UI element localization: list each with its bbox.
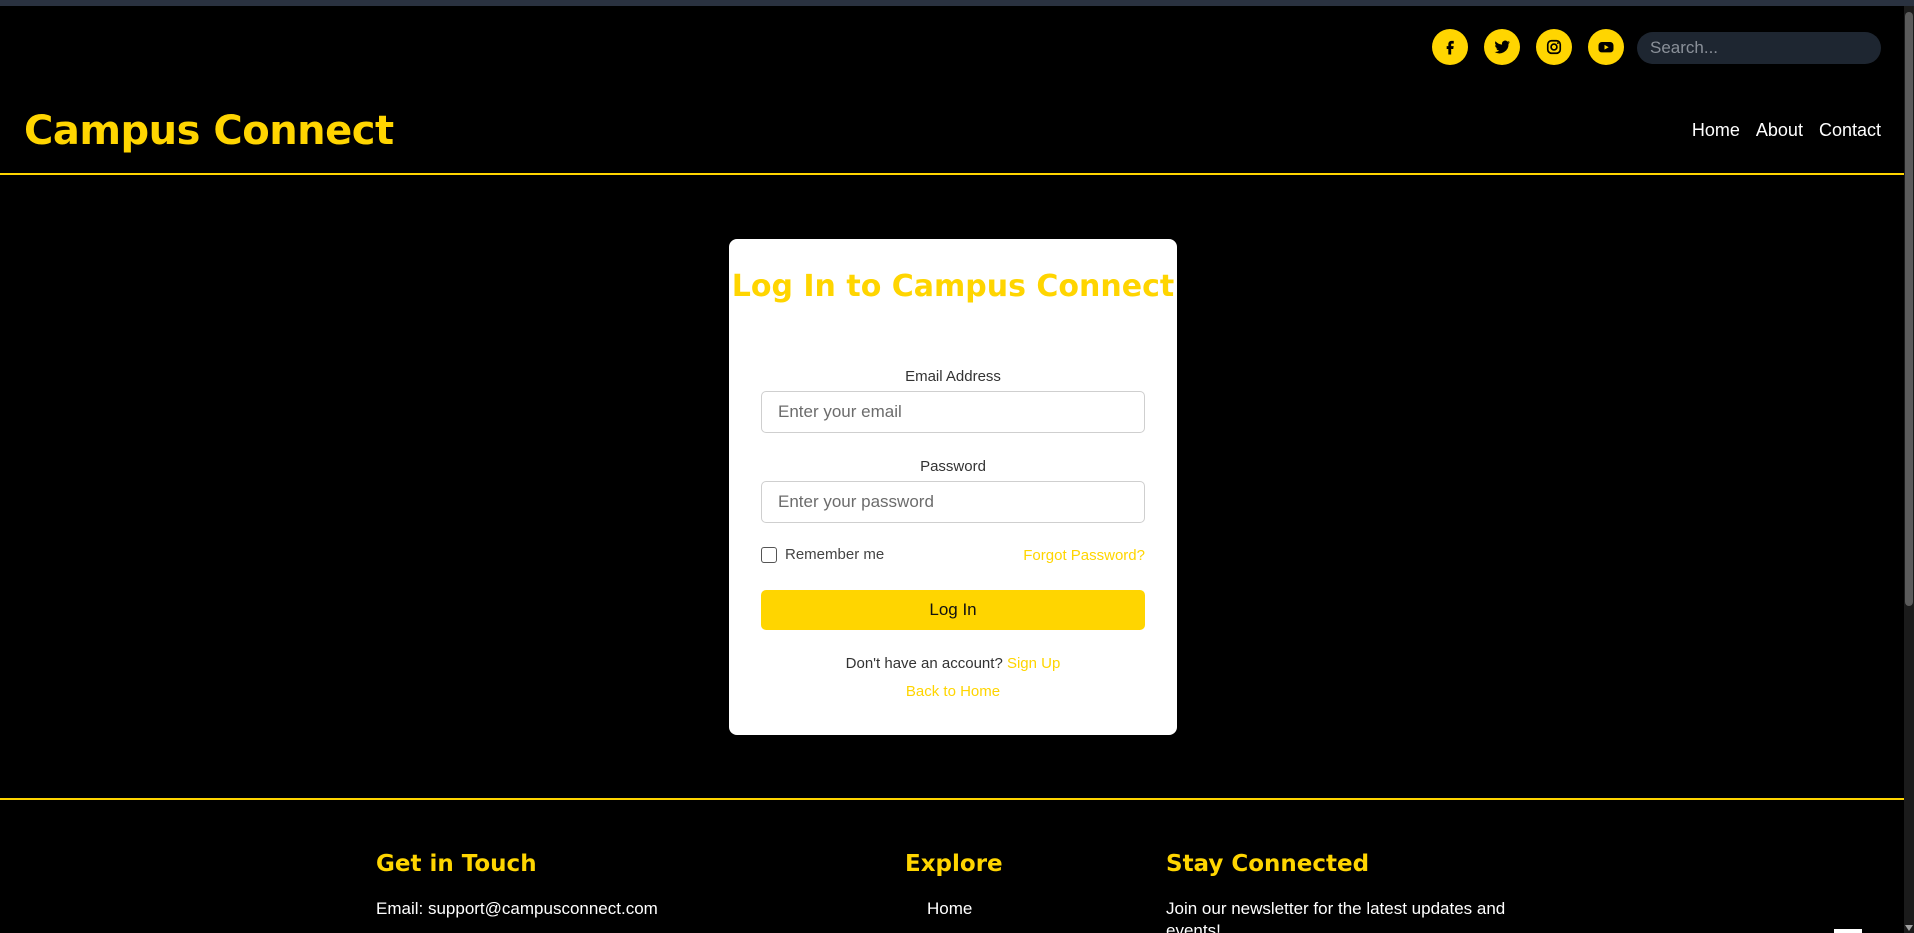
remember-me-checkbox[interactable] (761, 546, 777, 563)
page: Campus Connect Home About Contact Log In… (0, 0, 1914, 933)
footer-newsletter-heading: Stay Connected (1166, 851, 1370, 877)
header-divider (0, 173, 1904, 175)
site-logo-text[interactable]: Campus Connect (24, 104, 394, 158)
footer-contact-heading: Get in Touch (376, 851, 537, 877)
social-links (1432, 29, 1624, 65)
browser-top-strip (0, 0, 1914, 6)
remember-me: Remember me (761, 546, 884, 563)
youtube-icon[interactable] (1588, 29, 1624, 65)
facebook-icon[interactable] (1432, 29, 1468, 65)
scroll-down-arrow-icon[interactable] (1905, 925, 1913, 931)
instagram-icon[interactable] (1536, 29, 1572, 65)
login-card: Log In to Campus Connect Email Address P… (729, 239, 1177, 735)
no-account-text: Don't have an account? (845, 655, 1003, 672)
login-button[interactable]: Log In (761, 590, 1145, 630)
footer-divider (0, 798, 1904, 800)
back-to-home-link[interactable]: Back to Home (906, 683, 1000, 700)
signup-link[interactable]: Sign Up (1007, 655, 1060, 672)
floating-widget-edge (1834, 929, 1862, 933)
remember-me-label[interactable]: Remember me (785, 546, 884, 563)
nav-about-link[interactable]: About (1756, 118, 1803, 142)
page-scrollbar[interactable] (1904, 6, 1914, 933)
twitter-icon[interactable] (1484, 29, 1520, 65)
scrollbar-thumb[interactable] (1905, 12, 1913, 606)
footer-explore-home-link[interactable]: Home (927, 898, 972, 920)
footer-contact-email: Email: support@campusconnect.com (376, 899, 658, 918)
password-label: Password (920, 458, 986, 475)
main-nav: Home About Contact (1692, 118, 1881, 142)
back-home-row: Back to Home (729, 682, 1177, 702)
signup-prompt: Don't have an account? Sign Up (729, 654, 1177, 674)
footer-newsletter-text: Join our newsletter for the latest updat… (1166, 899, 1506, 933)
nav-contact-link[interactable]: Contact (1819, 118, 1881, 142)
forgot-password-link[interactable]: Forgot Password? (1023, 546, 1145, 566)
footer-explore-heading: Explore (905, 851, 1003, 877)
email-label: Email Address (905, 368, 1001, 385)
login-title: Log In to Campus Connect (731, 269, 1175, 304)
password-field[interactable] (761, 481, 1145, 523)
nav-home-link[interactable]: Home (1692, 118, 1740, 142)
search-input[interactable] (1637, 32, 1881, 64)
email-field[interactable] (761, 391, 1145, 433)
